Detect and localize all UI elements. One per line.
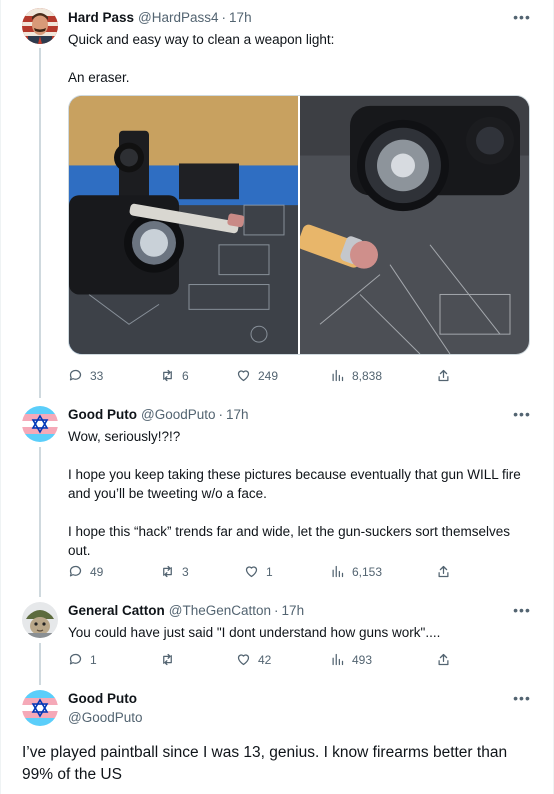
like-count: 42 (258, 652, 272, 667)
retweet-button[interactable]: 6 (160, 368, 189, 383)
views-count: 6,153 (352, 564, 383, 579)
views-icon (332, 369, 344, 382)
more-options-icon[interactable]: ••• (512, 603, 532, 619)
separator-dot: · (218, 407, 224, 422)
views-count: 493 (352, 652, 373, 667)
views-count: 8,838 (352, 368, 383, 383)
views-icon (332, 565, 344, 578)
photo-weapon-light-left[interactable] (69, 96, 298, 354)
tweet-actions: 33 6 249 8,838 (68, 368, 528, 386)
author-name[interactable]: Good Puto (68, 407, 137, 422)
like-count: 1 (266, 564, 273, 579)
reply-icon (69, 653, 82, 665)
more-options-icon[interactable]: ••• (512, 691, 532, 707)
thread-line (39, 643, 41, 685)
reply-button[interactable]: 1 (68, 652, 97, 667)
tweet-text: Quick and easy way to clean a weapon lig… (68, 32, 335, 85)
reply-button[interactable]: 33 (68, 368, 103, 383)
reply-count: 49 (90, 564, 104, 579)
avatar[interactable] (22, 690, 58, 726)
more-options-icon[interactable]: ••• (512, 407, 532, 423)
like-count: 249 (258, 368, 279, 383)
retweet-count: 6 (182, 368, 189, 383)
tweet-header: General Catton @TheGenCatton · 17h (68, 603, 304, 618)
retweet-icon (163, 565, 172, 578)
retweet-icon (163, 369, 172, 382)
reply-count: 1 (90, 652, 97, 667)
thread-line (39, 48, 41, 398)
tweet-text: You could have just said "I dont underst… (68, 625, 441, 640)
tweet-actions: 49 3 1 6,153 (68, 564, 528, 582)
timestamp[interactable]: 17h (229, 10, 252, 25)
reply-count: 33 (90, 368, 104, 383)
author-handle[interactable]: @GoodPuto (141, 407, 216, 422)
tweet-header: Good Puto @GoodPuto · 17h (68, 407, 249, 422)
author-handle[interactable]: @HardPass4 (138, 10, 219, 25)
author-name[interactable]: Good Puto (68, 691, 137, 706)
timestamp[interactable]: 17h (282, 603, 305, 618)
share-button[interactable] (436, 564, 458, 579)
share-button[interactable] (436, 652, 458, 667)
retweet-button[interactable]: 3 (160, 564, 189, 579)
share-icon (438, 653, 449, 666)
media-grid (68, 95, 530, 355)
retweet-count: 3 (182, 564, 189, 579)
more-options-icon[interactable]: ••• (512, 10, 532, 26)
avatar[interactable] (22, 8, 58, 44)
tweet-header: Hard Pass @HardPass4 · 17h (68, 10, 252, 25)
views-button[interactable]: 8,838 (330, 368, 382, 383)
photo-weapon-light-right[interactable] (297, 96, 529, 354)
reply-icon (69, 565, 82, 577)
author-name[interactable]: Hard Pass (68, 10, 134, 25)
separator-dot: · (221, 10, 227, 25)
focused-author-handle-row: @GoodPuto (68, 710, 143, 725)
heart-icon (237, 370, 250, 382)
heart-icon (245, 566, 258, 578)
like-button[interactable]: 1 (244, 564, 273, 579)
author-handle[interactable]: @GoodPuto (68, 710, 143, 725)
like-button[interactable]: 42 (236, 652, 271, 667)
views-icon (332, 653, 344, 666)
author-handle[interactable]: @TheGenCatton (169, 603, 271, 618)
share-icon (438, 565, 449, 578)
like-button[interactable]: 249 (236, 368, 278, 383)
retweet-icon (163, 653, 172, 666)
views-button[interactable]: 493 (330, 652, 372, 667)
views-button[interactable]: 6,153 (330, 564, 382, 579)
avatar[interactable] (22, 406, 58, 442)
thread-line (39, 447, 41, 597)
focused-author-name-row: Good Puto (68, 691, 141, 706)
focused-tweet-text: I’ve played paintball since I was 13, ge… (22, 744, 508, 783)
timestamp[interactable]: 17h (226, 407, 249, 422)
tweet-actions: 1 42 493 (68, 652, 528, 670)
share-icon (438, 369, 449, 382)
share-button[interactable] (436, 368, 458, 383)
retweet-button[interactable] (160, 652, 182, 667)
separator-dot: · (274, 603, 279, 618)
reply-icon (69, 369, 82, 381)
reply-button[interactable]: 49 (68, 564, 103, 579)
tweet-text: Wow, seriously!?!? I hope you keep takin… (68, 429, 521, 558)
author-name[interactable]: General Catton (68, 603, 165, 618)
avatar[interactable] (22, 602, 58, 638)
heart-icon (237, 654, 250, 666)
